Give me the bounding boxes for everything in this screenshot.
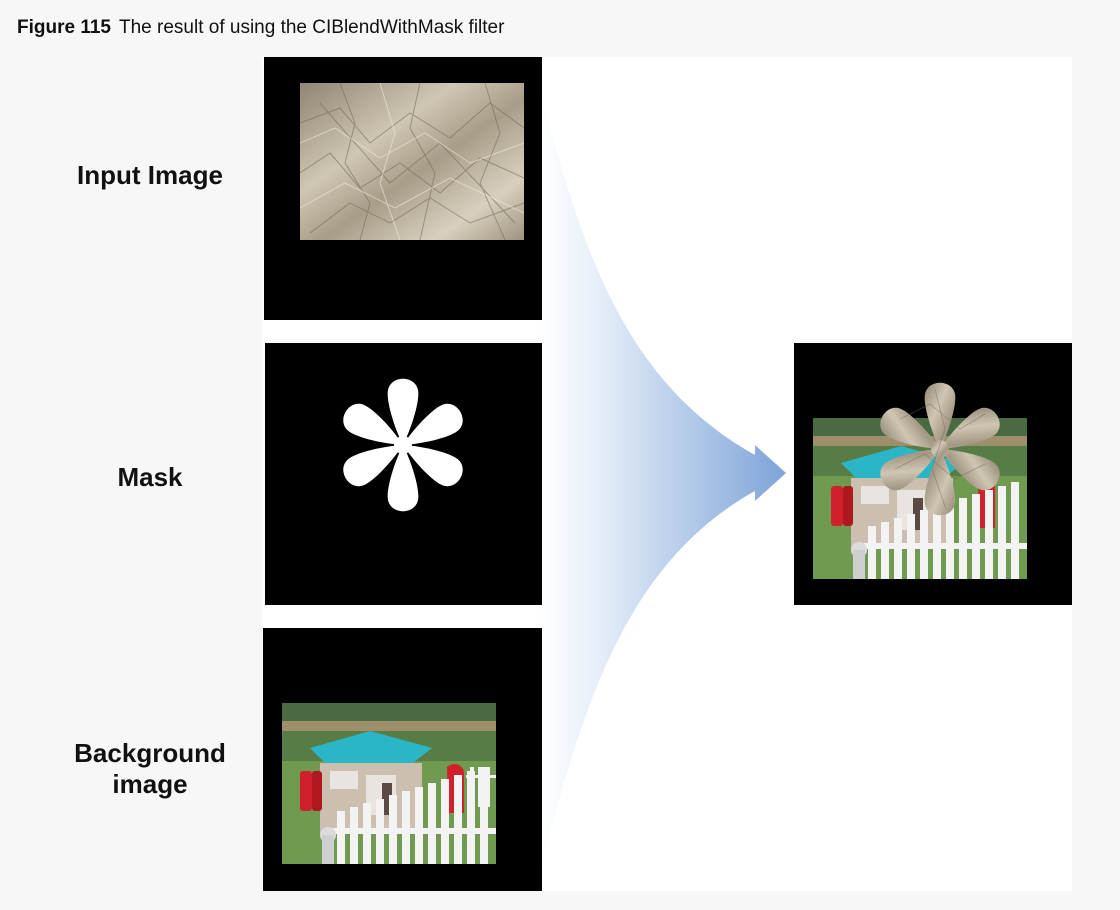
- mask-frame: [265, 343, 542, 605]
- playhouse-photo: [282, 703, 496, 864]
- crumpled-paper-image: [300, 83, 524, 240]
- label-background-image: Background image: [74, 738, 226, 799]
- arrow-shape: [540, 90, 786, 870]
- result-image-frame: [794, 343, 1072, 605]
- figure-number: Figure 115: [17, 17, 111, 38]
- background-image-frame: [263, 628, 542, 891]
- blend-arrow-funnel: [540, 90, 786, 870]
- input-image-frame: [264, 57, 542, 320]
- paper-asterisk-overlay: [880, 382, 1000, 516]
- label-input-image: Input Image: [77, 160, 223, 190]
- label-mask: Mask: [117, 462, 183, 492]
- figure-title: The result of using the CIBlendWithMask …: [119, 17, 505, 38]
- asterisk-mask-shape: [343, 378, 463, 512]
- figure-caption: Figure 115 The result of using the CIBlen…: [17, 17, 504, 39]
